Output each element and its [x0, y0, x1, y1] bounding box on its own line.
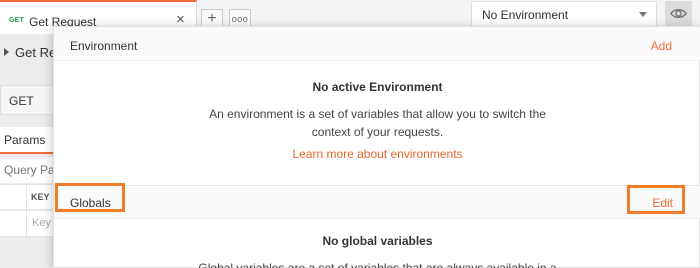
method-selector[interactable]: GET — [0, 85, 60, 115]
edit-highlight-box — [627, 185, 685, 214]
query-params-heading: Query Par — [0, 157, 60, 183]
globals-description: Global variables are a set of variables … — [198, 261, 557, 268]
environment-description: An environment is a set of variables tha… — [209, 107, 546, 139]
environment-section-title: Environment — [70, 39, 138, 53]
globals-highlight-box — [55, 183, 125, 212]
learn-more-environments-link[interactable]: Learn more about environments — [54, 147, 700, 161]
query-params-label: Query Par — [4, 163, 59, 177]
postman-app: GET Get Request × + ooo No Environment G… — [0, 0, 700, 268]
environment-dropdown-value: No Environment — [482, 8, 569, 22]
params-table-row[interactable]: Key — [0, 211, 60, 237]
globals-section-header: Globals Edit — [54, 185, 700, 219]
close-icon[interactable]: × — [176, 12, 185, 27]
no-global-variables-title: No global variables — [322, 234, 433, 248]
no-active-environment-title: No active Environment — [312, 80, 443, 94]
environment-section-header: Environment Add — [54, 27, 700, 61]
environment-dropdown[interactable]: No Environment — [471, 1, 657, 27]
params-tab-label: Params — [4, 133, 46, 147]
environment-quick-look-button[interactable] — [665, 1, 692, 26]
tab-method-badge: GET — [9, 17, 24, 24]
key-input[interactable]: Key — [32, 217, 51, 229]
caret-down-icon — [639, 12, 647, 17]
environment-quick-look-popup: Environment Add No active Environment An… — [53, 26, 700, 268]
request-name-row[interactable]: Get Req — [0, 40, 63, 68]
key-column-header: KEY — [31, 192, 50, 202]
column-divider — [26, 184, 27, 237]
params-table-header: KEY — [0, 184, 60, 210]
eye-icon — [670, 9, 687, 18]
add-environment-link[interactable]: Add — [651, 39, 672, 53]
caret-right-icon — [4, 48, 9, 56]
method-label: GET — [9, 94, 34, 108]
tab-params[interactable]: Params — [0, 127, 60, 154]
